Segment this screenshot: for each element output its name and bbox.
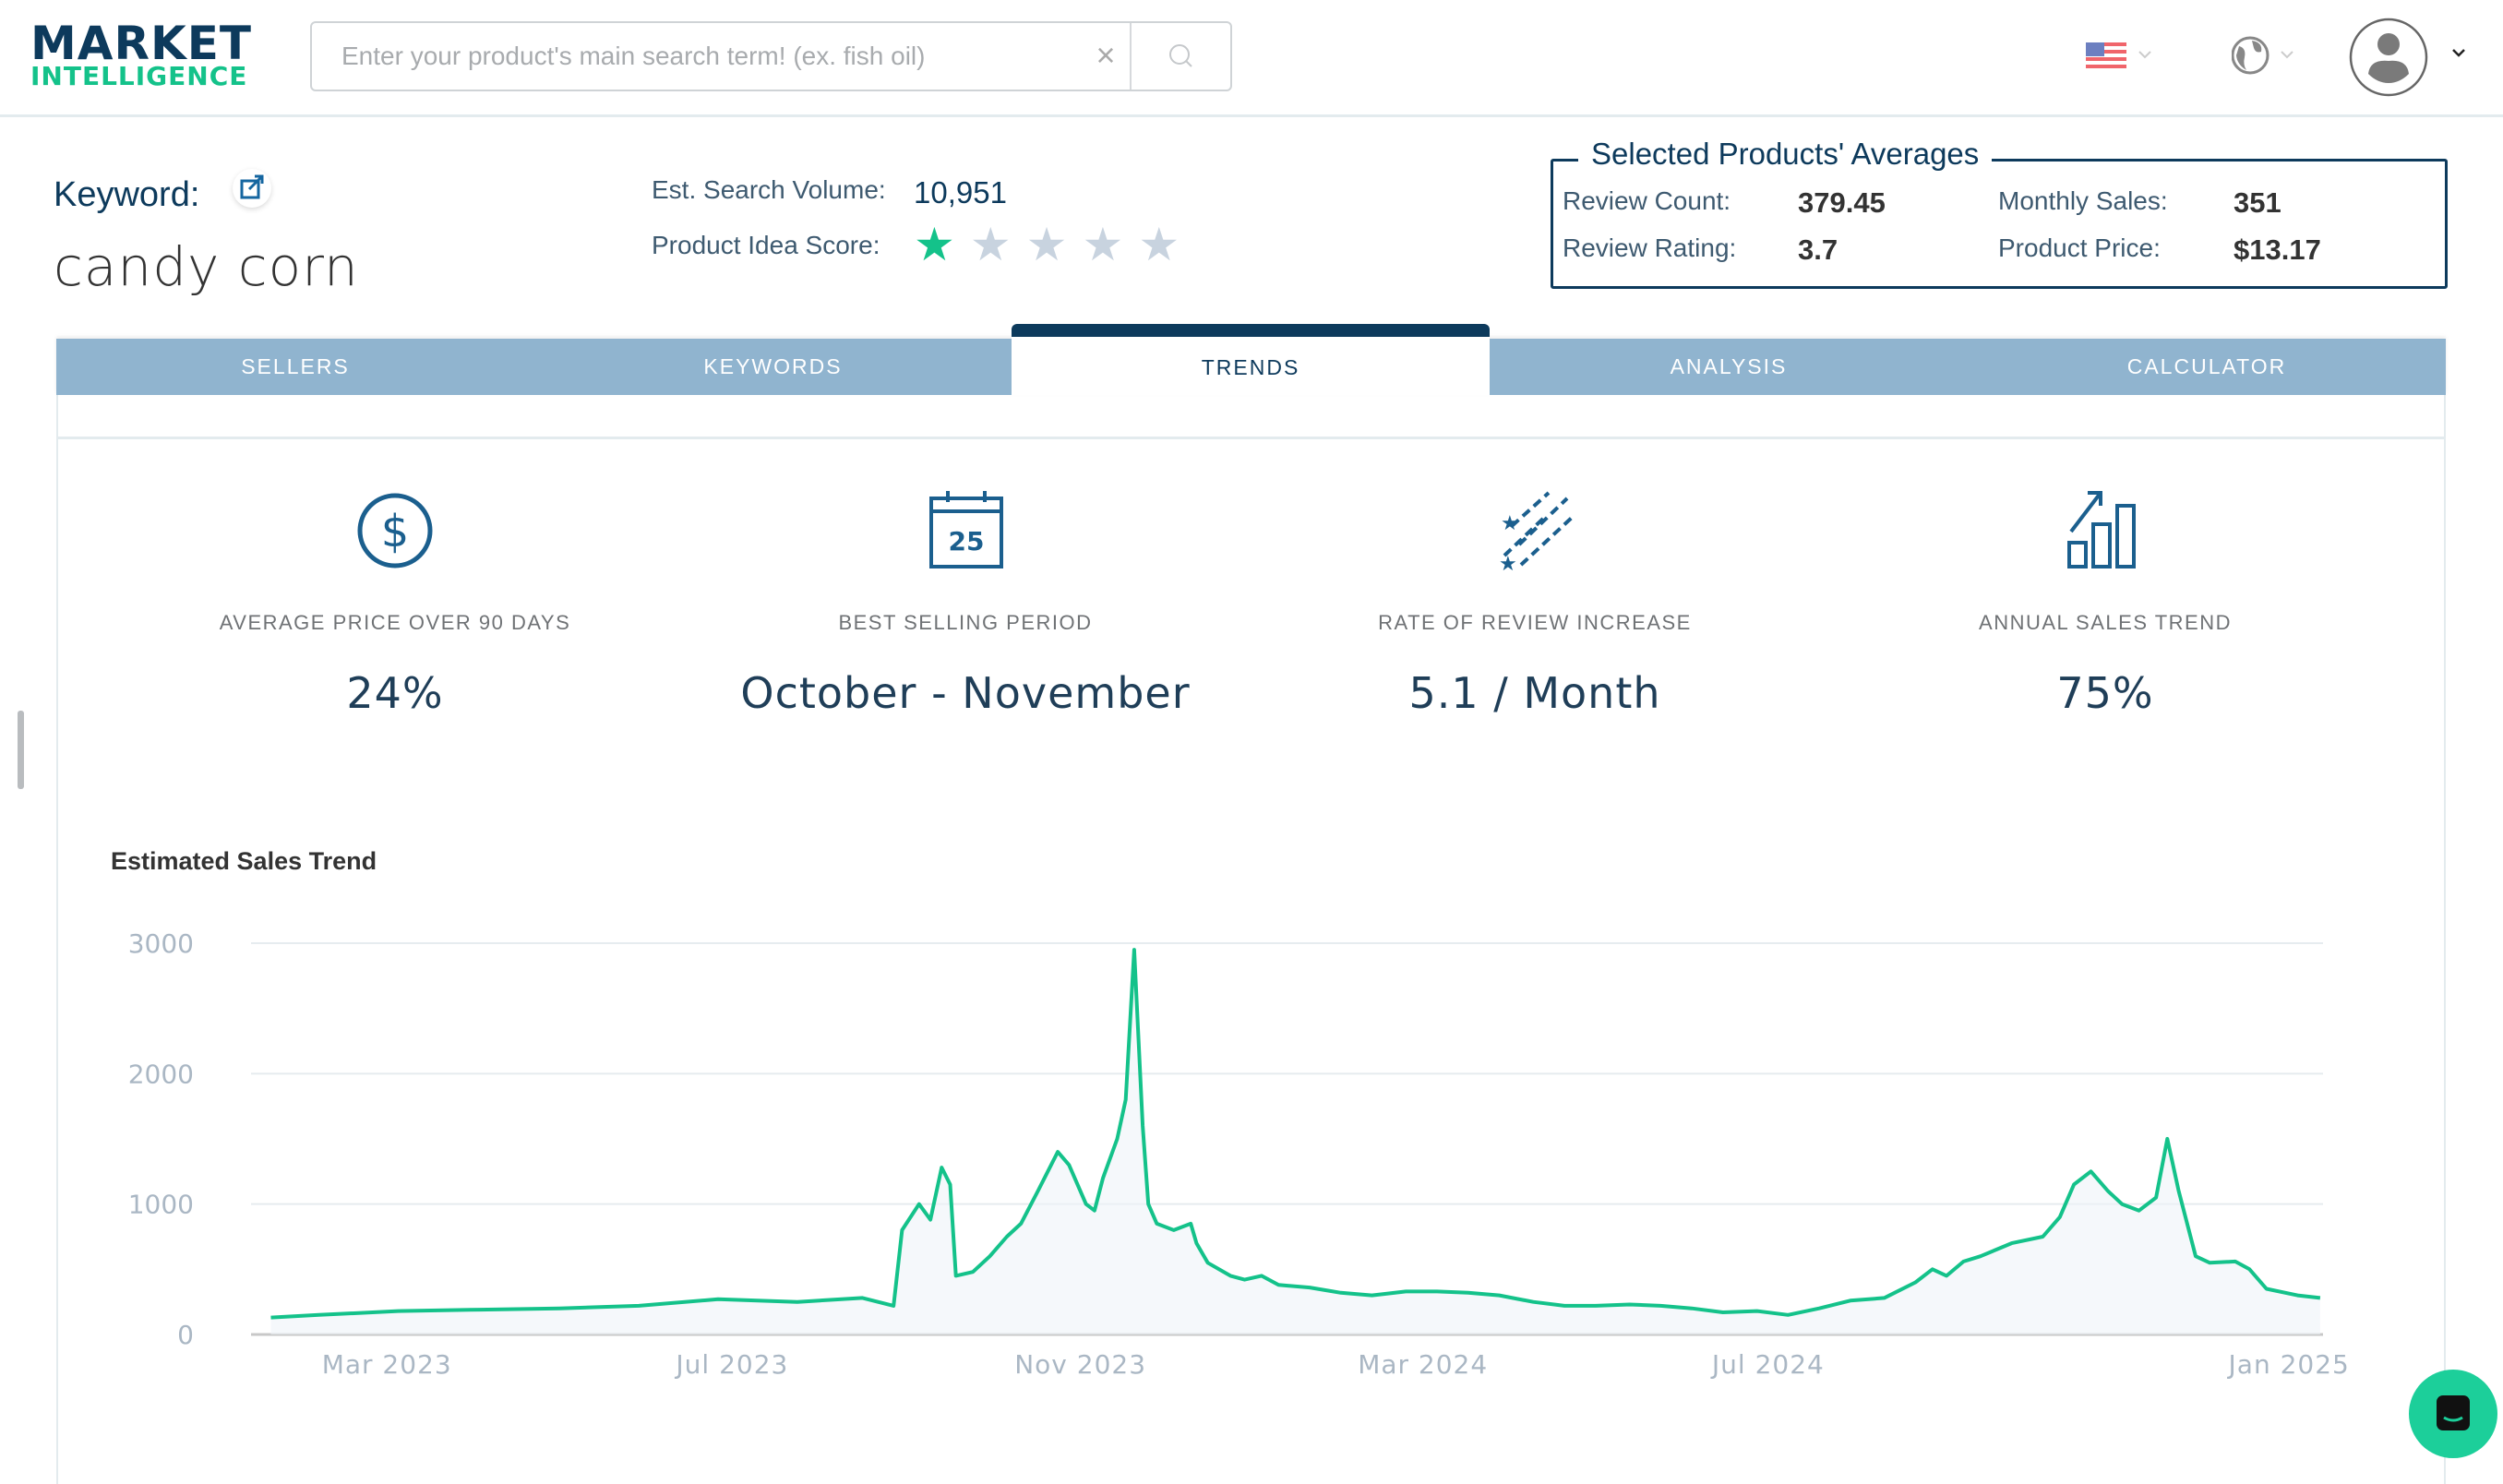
product-idea-score-label: Product Idea Score: (652, 231, 880, 260)
product-price-label: Product Price: (1998, 233, 2161, 263)
svg-text:★: ★ (1499, 552, 1517, 572)
review-count-value: 379.45 (1798, 186, 1886, 220)
metric-value: 24% (118, 668, 672, 718)
metric-card-annual-sales: ANNUAL SALES TREND 75% (1828, 489, 2382, 718)
averages-box (1551, 159, 2448, 289)
review-rating-value: 3.7 (1798, 233, 1838, 267)
chat-button[interactable] (2409, 1370, 2497, 1458)
x-tick-label: Jul 2024 (1710, 1349, 1825, 1380)
sales-area (270, 950, 2319, 1334)
x-tick-label: Nov 2023 (1014, 1349, 1146, 1380)
search-volume-value: 10,951 (914, 175, 1007, 210)
keyword-value: candy corn (54, 235, 359, 298)
language-selector[interactable] (2232, 35, 2305, 80)
search-box: × (310, 21, 1232, 91)
sales-trend-chart: 0 1000 2000 3000 Mar 2023 Jul 2023 Nov 2023 Mar… (0, 904, 2400, 1403)
chevron-down-icon (2281, 52, 2293, 57)
y-tick-label: 2000 (128, 1059, 194, 1089)
metric-label: AVERAGE PRICE OVER 90 DAYS (118, 611, 672, 635)
calendar-icon: 25 (924, 489, 1007, 572)
y-tick-label: 0 (177, 1320, 194, 1350)
star-empty-icon: ★ (1026, 221, 1068, 268)
open-external-button[interactable] (233, 169, 271, 208)
x-tick-label: Mar 2024 (1358, 1349, 1488, 1380)
keyword-label: Keyword: (54, 175, 199, 215)
country-selector[interactable] (2086, 41, 2160, 75)
tab-sellers[interactable]: SELLERS (56, 339, 534, 395)
top-header: MARKET INTELLIGENCE × (0, 0, 2503, 117)
chevron-down-icon (2453, 50, 2464, 55)
shooting-stars-icon: ★★ (1493, 489, 1576, 572)
metric-value: October - November (689, 668, 1242, 718)
globe-icon (2232, 35, 2305, 76)
tab-keywords[interactable]: KEYWORDS (534, 339, 1012, 395)
bar-chart-up-icon (2064, 489, 2147, 572)
star-empty-icon: ★ (1082, 221, 1123, 268)
metric-value: 75% (1828, 668, 2382, 718)
x-tick-label: Mar 2023 (322, 1349, 452, 1380)
logo-intelligence[interactable]: INTELLIGENCE (30, 61, 247, 91)
y-tick-label: 3000 (128, 928, 194, 959)
search-icon (1132, 23, 1231, 90)
panel-divider (56, 437, 2446, 439)
metric-value: 5.1 / Month (1258, 668, 1812, 718)
chevron-down-icon (2139, 52, 2150, 57)
tab-analysis[interactable]: ANALYSIS (1490, 339, 1968, 395)
monthly-sales-value: 351 (2234, 186, 2281, 220)
review-count-label: Review Count: (1563, 186, 1731, 216)
averages-title: Selected Products' Averages (1578, 137, 1992, 172)
account-menu[interactable] (2348, 17, 2477, 102)
metric-label: RATE OF REVIEW INCREASE (1258, 611, 1812, 635)
user-avatar-icon (2348, 17, 2477, 98)
metric-card-review-rate: ★★ RATE OF REVIEW INCREASE 5.1 / Month (1258, 489, 1812, 718)
star-empty-icon: ★ (970, 221, 1012, 268)
dollar-circle-icon: $ (353, 489, 437, 572)
metric-label: BEST SELLING PERIOD (689, 611, 1242, 635)
y-tick-label: 1000 (128, 1190, 194, 1220)
tab-bar: SELLERS KEYWORDS TRENDS ANALYSIS CALCULA… (56, 339, 2446, 395)
search-button[interactable] (1132, 23, 1231, 90)
us-flag-icon (2086, 41, 2160, 70)
chat-icon (2409, 1370, 2497, 1458)
monthly-sales-label: Monthly Sales: (1998, 186, 2168, 216)
external-link-icon (233, 169, 271, 208)
svg-text:★: ★ (1501, 511, 1519, 534)
x-tick-label: Jul 2023 (674, 1349, 788, 1380)
svg-text:$: $ (381, 506, 410, 557)
svg-text:25: 25 (949, 526, 985, 556)
metric-card-average-price: $ AVERAGE PRICE OVER 90 DAYS 24% (118, 489, 672, 718)
metric-label: ANNUAL SALES TREND (1828, 611, 2382, 635)
product-idea-score-stars: ★ ★ ★ ★ ★ (914, 221, 1180, 268)
scrollbar-thumb[interactable] (18, 711, 24, 789)
close-icon[interactable]: × (1087, 36, 1124, 75)
chart-title: Estimated Sales Trend (111, 847, 377, 876)
x-tick-label: Jan 2025 (2227, 1349, 2350, 1380)
star-empty-icon: ★ (1138, 221, 1180, 268)
metric-card-best-selling-period: 25 BEST SELLING PERIOD October - Novembe… (689, 489, 1242, 718)
product-price-value: $13.17 (2234, 233, 2321, 267)
search-input[interactable] (314, 25, 1089, 88)
review-rating-label: Review Rating: (1563, 233, 1736, 263)
tab-trends[interactable]: TRENDS (1012, 324, 1490, 395)
search-volume-label: Est. Search Volume: (652, 175, 886, 205)
tab-calculator[interactable]: CALCULATOR (1968, 339, 2446, 395)
star-filled-icon: ★ (914, 221, 955, 268)
